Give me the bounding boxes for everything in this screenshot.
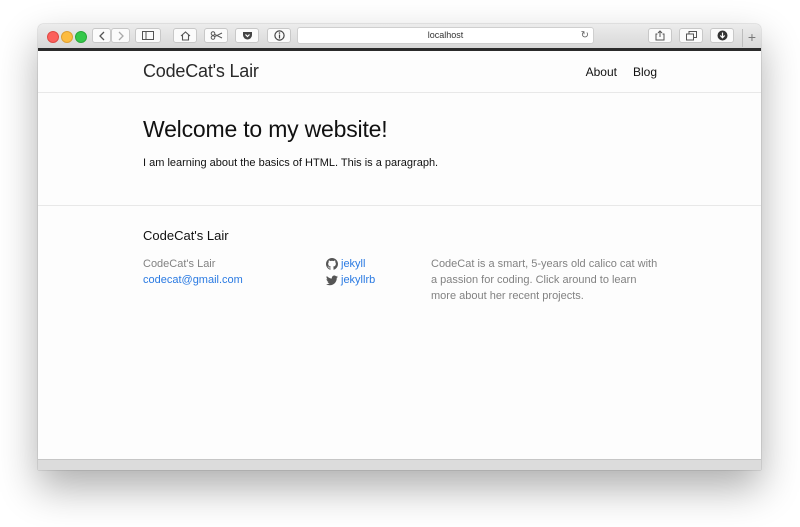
chevron-right-icon xyxy=(118,31,124,40)
chevron-left-icon xyxy=(98,31,104,40)
sidebar-icon xyxy=(142,31,154,40)
github-link[interactable]: jekyll xyxy=(341,256,365,272)
forward-button[interactable] xyxy=(111,28,130,43)
browser-window: localhost ↻ + CodeCat's Lair About Blog … xyxy=(38,24,761,470)
site-title[interactable]: CodeCat's Lair xyxy=(143,61,259,82)
pocket-icon xyxy=(242,31,252,39)
zoom-window-button[interactable] xyxy=(75,31,87,43)
footer-social: jekyll jekyllrb xyxy=(326,256,375,288)
tabs-button[interactable] xyxy=(679,28,703,43)
status-bar xyxy=(38,459,761,470)
minimize-window-button[interactable] xyxy=(61,31,73,43)
info-button[interactable] xyxy=(267,28,291,43)
footer-description: CodeCat is a smart, 5-years old calico c… xyxy=(431,258,658,302)
new-tab-button[interactable]: + xyxy=(742,29,761,47)
intro-paragraph: I am learning about the basics of HTML. … xyxy=(143,157,439,169)
sidebar-button[interactable] xyxy=(135,28,161,43)
twitter-icon xyxy=(326,275,338,285)
downloads-button[interactable] xyxy=(710,28,734,43)
scissors-icon xyxy=(210,31,222,40)
share-button[interactable] xyxy=(648,28,672,43)
info-icon xyxy=(273,30,285,41)
download-icon xyxy=(717,30,727,41)
footer-title: CodeCat's Lair xyxy=(143,228,229,243)
close-window-button[interactable] xyxy=(47,31,59,43)
home-icon xyxy=(180,30,190,41)
site-nav: About Blog xyxy=(586,65,657,79)
clip-button[interactable] xyxy=(204,28,228,43)
twitter-link[interactable]: jekyllrb xyxy=(341,272,375,288)
browser-toolbar: localhost ↻ + xyxy=(38,24,761,49)
reload-icon[interactable]: ↻ xyxy=(581,28,589,43)
email-link[interactable]: codecat@gmail.com xyxy=(143,272,243,288)
footer-contact: CodeCat's Lair codecat@gmail.com xyxy=(143,256,243,288)
page-heading: Welcome to my website! xyxy=(143,116,388,142)
pocket-button[interactable] xyxy=(235,28,259,43)
twitter-link-row[interactable]: jekyllrb xyxy=(326,272,375,288)
footer-name: CodeCat's Lair xyxy=(143,258,216,270)
footer-divider xyxy=(38,205,761,206)
back-button[interactable] xyxy=(92,28,111,43)
github-icon xyxy=(326,258,338,270)
header-divider xyxy=(38,92,761,93)
home-button[interactable] xyxy=(173,28,197,43)
web-page: CodeCat's Lair About Blog Welcome to my … xyxy=(38,51,761,459)
url-text: localhost xyxy=(427,30,464,40)
nav-link-about[interactable]: About xyxy=(586,65,617,79)
address-bar[interactable]: localhost ↻ xyxy=(297,27,594,44)
nav-link-blog[interactable]: Blog xyxy=(633,65,657,79)
tabs-icon xyxy=(685,30,697,40)
github-link-row[interactable]: jekyll xyxy=(326,256,375,272)
share-icon xyxy=(655,30,665,41)
